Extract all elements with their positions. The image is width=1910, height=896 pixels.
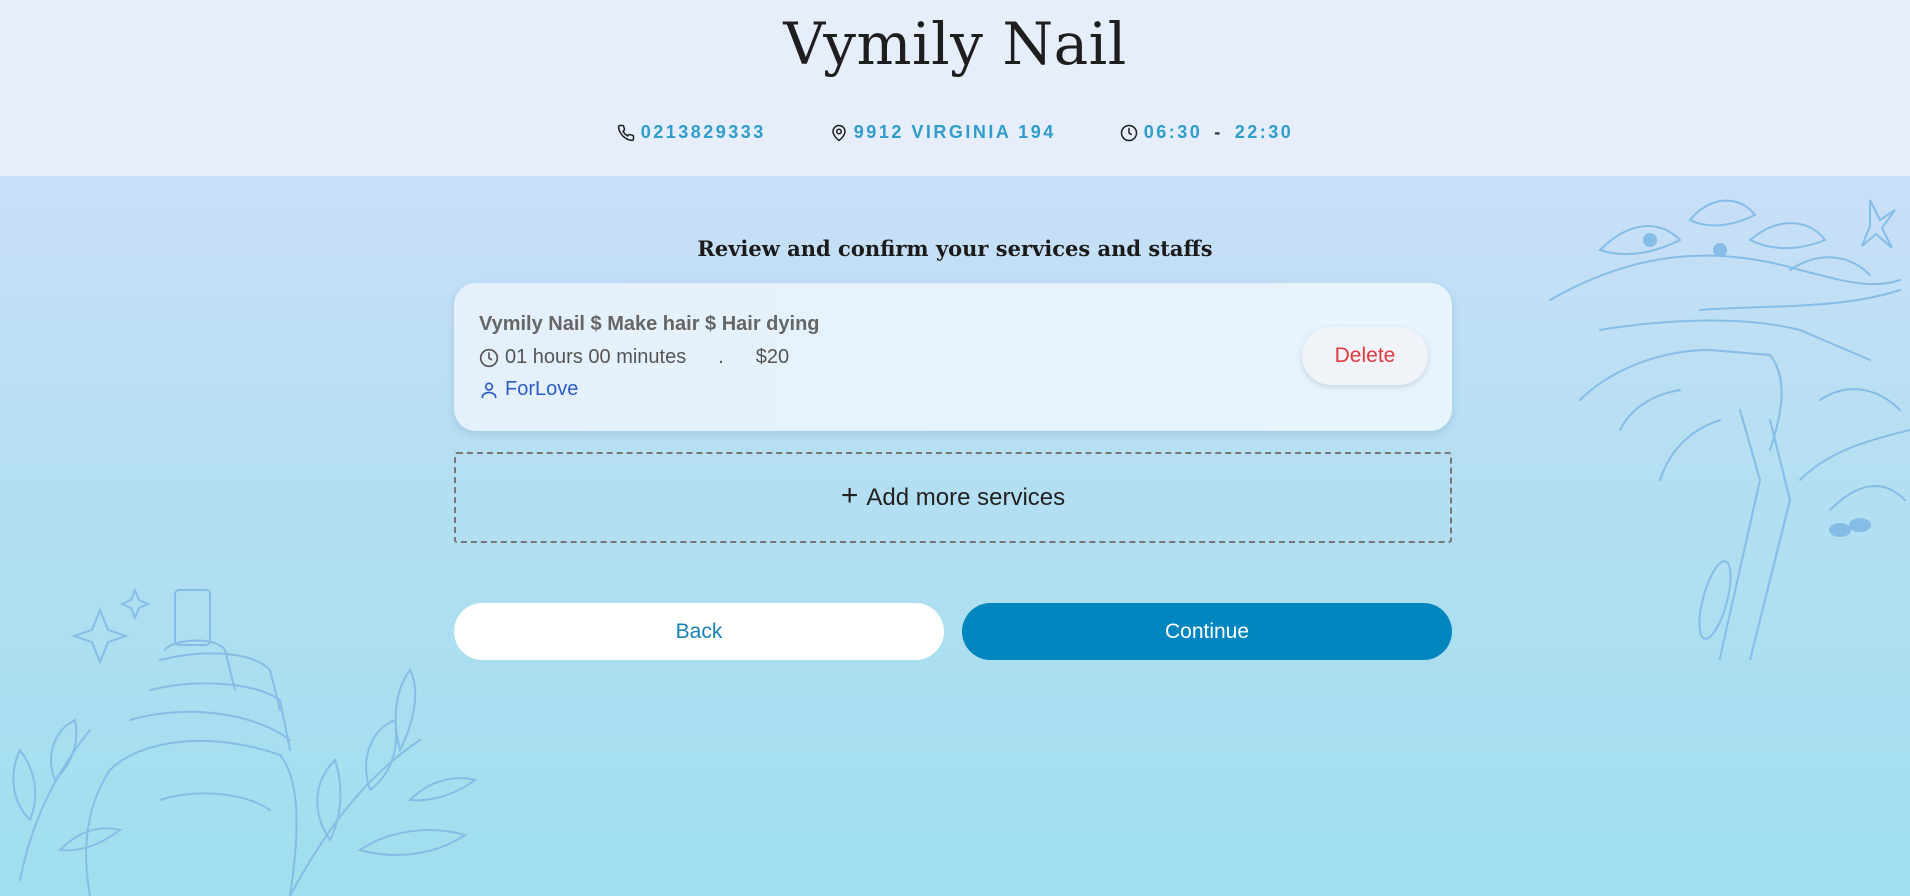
clock-icon	[479, 348, 499, 367]
meta-separator: .	[718, 346, 724, 368]
back-button[interactable]: Back	[454, 603, 944, 660]
user-icon	[481, 382, 497, 398]
hours-info: 06:30 - 22:30	[1120, 122, 1294, 143]
plus-icon: +	[840, 478, 859, 512]
phone-info[interactable]: 0213829333	[617, 122, 766, 143]
hours-separator: -	[1214, 122, 1223, 142]
brand-title: Vymily Nail	[783, 10, 1127, 78]
phone-icon	[617, 124, 634, 141]
clock-icon	[1120, 124, 1137, 141]
header: Vymily Nail 0213829333 9912 VIRGINIA 194…	[0, 0, 1910, 176]
phone-number: 0213829333	[640, 122, 766, 142]
decorative-hand-bottom-left-illustration	[12, 587, 478, 896]
hours-close: 22:30	[1234, 122, 1294, 142]
address-text: 9912 VIRGINIA 194	[853, 122, 1056, 142]
hours-open: 06:30	[1143, 122, 1203, 142]
add-more-services-button[interactable]: + Add more services	[454, 452, 1452, 543]
address-info[interactable]: 9912 VIRGINIA 194	[830, 122, 1056, 143]
service-meta: 01 hours 00 minutes . $20	[479, 346, 789, 369]
contact-info-row: 0213829333 9912 VIRGINIA 194 06:30 - 22:…	[0, 122, 1910, 143]
review-title: Review and confirm your services and sta…	[697, 236, 1213, 261]
continue-button[interactable]: Continue	[962, 603, 1452, 660]
location-pin-icon	[832, 124, 846, 141]
add-more-label: Add more services	[866, 483, 1066, 511]
staff-name: ForLove	[505, 378, 579, 400]
service-name: Vymily Nail $ Make hair $ Hair dying	[479, 313, 820, 335]
service-duration: 01 hours 00 minutes	[505, 346, 687, 368]
service-price: $20	[755, 346, 790, 368]
delete-button[interactable]: Delete	[1302, 327, 1428, 385]
service-card: Vymily Nail $ Make hair $ Hair dying 01 …	[454, 283, 1452, 431]
service-staff: ForLove	[479, 378, 578, 401]
